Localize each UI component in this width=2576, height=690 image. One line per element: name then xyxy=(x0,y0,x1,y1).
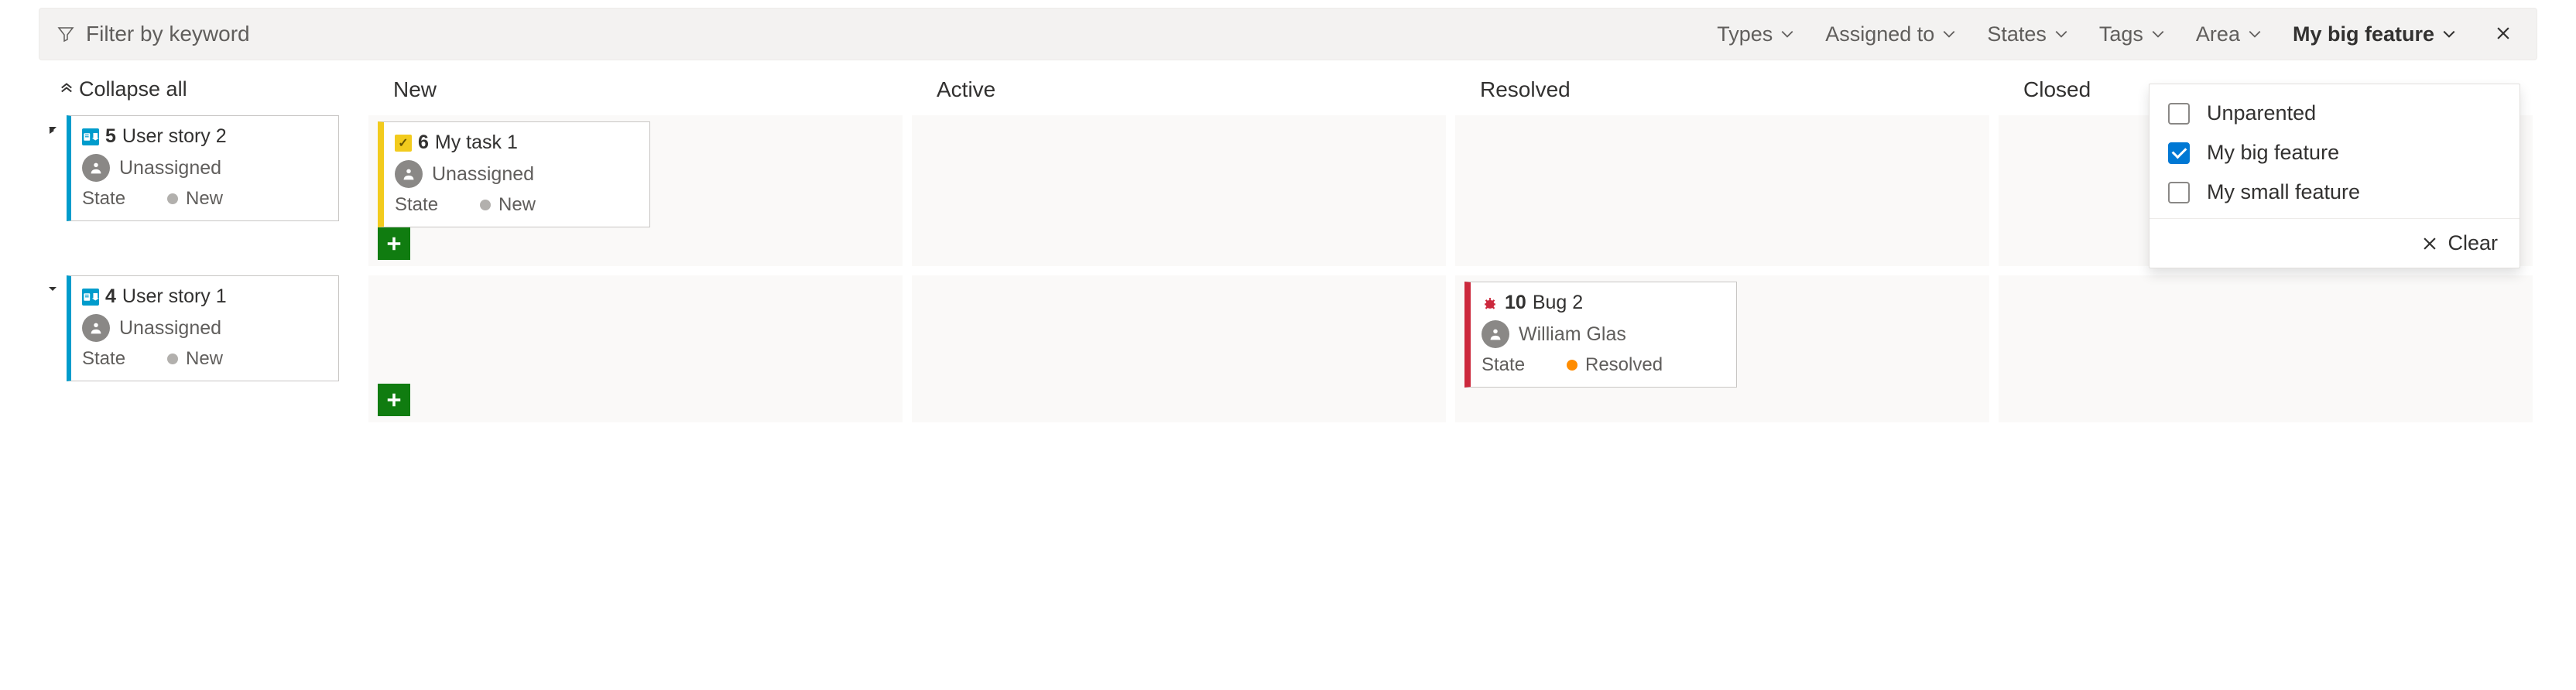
add-item-button[interactable] xyxy=(378,384,410,416)
dropdown-option-label: Unparented xyxy=(2207,101,2316,125)
swimlane-row: 4 User story 1 Unassigned State New xyxy=(39,275,2537,422)
filter-tags[interactable]: Tags xyxy=(2099,22,2165,46)
avatar-icon xyxy=(395,160,423,188)
filter-assigned-to[interactable]: Assigned to xyxy=(1825,22,1956,46)
checkbox-icon[interactable] xyxy=(2168,103,2190,125)
filter-area[interactable]: Area xyxy=(2196,22,2262,46)
lane-resolved[interactable] xyxy=(1455,115,1989,266)
lane-active[interactable] xyxy=(912,275,1446,422)
row-toggle[interactable] xyxy=(39,115,67,266)
work-item-id: 6 xyxy=(418,132,429,154)
close-icon xyxy=(2495,25,2512,42)
caret-down-icon xyxy=(46,283,59,295)
work-item-id: 4 xyxy=(105,285,116,308)
chevron-down-icon xyxy=(2442,27,2456,41)
column-header: New xyxy=(379,77,913,102)
chevron-down-icon xyxy=(2151,27,2165,41)
parent-card[interactable]: 4 User story 1 Unassigned State New xyxy=(67,275,339,381)
state-field-label: State xyxy=(82,348,144,370)
bug-card[interactable]: 10 Bug 2 William Glas State Resolved xyxy=(1464,282,1737,388)
avatar-icon xyxy=(1482,320,1509,348)
checkbox-icon[interactable] xyxy=(2168,142,2190,164)
filter-parent-dropdown[interactable]: Unparented My big feature My small featu… xyxy=(2149,84,2520,268)
assignee-name: Unassigned xyxy=(119,157,221,179)
task-icon xyxy=(395,135,412,152)
lane-resolved[interactable]: 10 Bug 2 William Glas State Resolved xyxy=(1455,275,1989,422)
chevron-down-icon xyxy=(2248,27,2262,41)
state-dot-icon xyxy=(1567,360,1577,371)
chevron-down-icon xyxy=(2054,27,2068,41)
close-filter-button[interactable] xyxy=(2487,25,2519,44)
caret-down-icon xyxy=(46,123,59,135)
filter-parent[interactable]: My big feature xyxy=(2293,22,2456,46)
plus-icon xyxy=(385,235,402,252)
parent-card[interactable]: 5 User story 2 Unassigned State New xyxy=(67,115,339,221)
dropdown-option[interactable]: My small feature xyxy=(2150,172,2519,212)
user-story-icon xyxy=(82,128,99,145)
state-value: Resolved xyxy=(1585,354,1663,376)
avatar-icon xyxy=(82,154,110,182)
dropdown-option[interactable]: Unparented xyxy=(2150,94,2519,133)
state-value: New xyxy=(186,188,223,210)
state-field-label: State xyxy=(1482,354,1543,376)
assignee-name: Unassigned xyxy=(119,317,221,340)
collapse-icon xyxy=(59,82,74,97)
work-item-title: My task 1 xyxy=(435,132,518,154)
filter-keyword-input[interactable]: Filter by keyword xyxy=(57,22,250,46)
filter-controls: Types Assigned to States Tags Area My bi… xyxy=(1717,22,2519,46)
column-header: Resolved xyxy=(1466,77,2000,102)
work-item-title: Bug 2 xyxy=(1533,292,1583,314)
chevron-down-icon xyxy=(1942,27,1956,41)
lane-closed[interactable] xyxy=(1999,275,2533,422)
work-item-id: 5 xyxy=(105,125,116,148)
plus-icon xyxy=(385,391,402,408)
assignee-name: William Glas xyxy=(1519,323,1626,346)
state-dot-icon xyxy=(167,193,178,204)
work-item-title: User story 2 xyxy=(122,125,227,148)
state-field-label: State xyxy=(82,188,144,210)
close-icon xyxy=(2421,235,2438,252)
state-dot-icon xyxy=(480,200,491,210)
bug-icon xyxy=(1482,295,1499,312)
user-story-icon xyxy=(82,289,99,306)
assignee-name: Unassigned xyxy=(432,163,534,186)
task-card[interactable]: 6 My task 1 Unassigned State New xyxy=(378,121,650,227)
dropdown-option-label: My small feature xyxy=(2207,180,2360,204)
dropdown-option-label: My big feature xyxy=(2207,141,2339,165)
state-value: New xyxy=(186,348,223,370)
collapse-all-button[interactable]: Collapse all xyxy=(39,68,379,115)
dropdown-clear-button[interactable]: Clear xyxy=(2421,231,2498,255)
filter-states[interactable]: States xyxy=(1987,22,2068,46)
lane-new[interactable]: 6 My task 1 Unassigned State New xyxy=(368,115,903,266)
checkbox-icon[interactable] xyxy=(2168,182,2190,203)
filter-icon xyxy=(57,25,75,43)
work-item-title: User story 1 xyxy=(122,285,227,308)
column-header: Active xyxy=(923,77,1457,102)
filter-placeholder: Filter by keyword xyxy=(86,22,250,46)
row-toggle[interactable] xyxy=(39,275,67,422)
dropdown-option[interactable]: My big feature xyxy=(2150,133,2519,172)
filter-bar: Filter by keyword Types Assigned to Stat… xyxy=(39,8,2537,60)
lane-active[interactable] xyxy=(912,115,1446,266)
add-item-button[interactable] xyxy=(378,227,410,260)
filter-types[interactable]: Types xyxy=(1717,22,1794,46)
state-value: New xyxy=(498,194,536,216)
work-item-id: 10 xyxy=(1505,292,1526,314)
chevron-down-icon xyxy=(1780,27,1794,41)
state-dot-icon xyxy=(167,354,178,364)
state-field-label: State xyxy=(395,194,457,216)
avatar-icon xyxy=(82,314,110,342)
lane-new[interactable] xyxy=(368,275,903,422)
